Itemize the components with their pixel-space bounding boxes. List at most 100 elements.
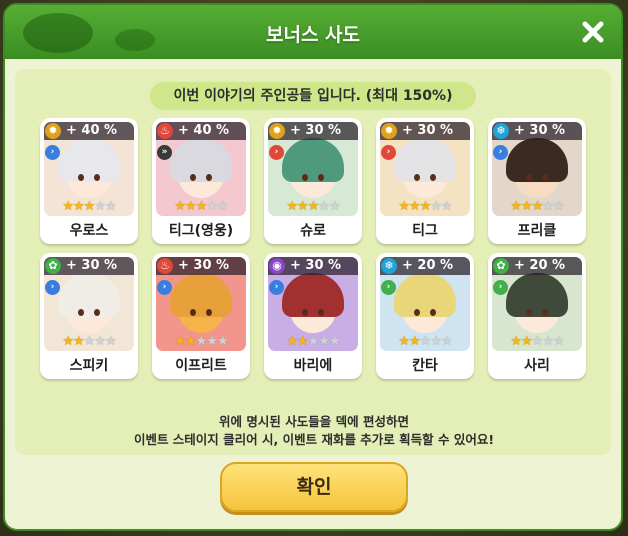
dialog-subtitle: 이번 이야기의 주인공들 입니다. (최대 150%) bbox=[150, 82, 476, 110]
star-icon: ★ bbox=[206, 334, 218, 349]
portrait-hair bbox=[506, 273, 568, 317]
star-icon: ★ bbox=[286, 334, 298, 349]
portrait-eye bbox=[526, 309, 532, 316]
star-icon: ★ bbox=[409, 199, 421, 214]
character-card[interactable]: ◉ + 30 % › ★★★★★ 바리에 bbox=[264, 253, 362, 379]
character-card[interactable]: ✹ + 30 % › ★★★★★ 티그 bbox=[376, 118, 474, 244]
bonus-percent: + 30 % bbox=[514, 123, 566, 138]
bonus-bar: ✹ + 40 % bbox=[44, 122, 134, 140]
star-icon: ★ bbox=[216, 334, 229, 349]
portrait-hair bbox=[170, 138, 232, 182]
character-name: 티그(영웅) bbox=[168, 223, 234, 239]
character-card[interactable]: ✹ + 40 % › ★★★★★ 우로스 bbox=[40, 118, 138, 244]
class-icon: › bbox=[381, 280, 396, 295]
portrait-eye bbox=[206, 174, 212, 181]
star-icon: ★ bbox=[552, 334, 565, 349]
character-name: 바리에 bbox=[293, 358, 333, 374]
earth-element-icon: ✿ bbox=[493, 258, 509, 274]
star-icon: ★ bbox=[62, 199, 74, 214]
character-card[interactable]: ✿ + 20 % › ★★★★★ 사리 bbox=[488, 253, 586, 379]
class-icon: » bbox=[157, 145, 172, 160]
character-name: 칸타 bbox=[412, 358, 438, 374]
portrait-eye bbox=[302, 309, 308, 316]
star-icon: ★ bbox=[398, 334, 410, 349]
portrait-eye bbox=[206, 309, 212, 316]
light-element-icon: ✹ bbox=[269, 123, 285, 139]
star-icon: ★ bbox=[206, 199, 218, 214]
portrait-hair bbox=[282, 273, 344, 317]
star-rating: ★★★★★ bbox=[40, 199, 138, 215]
star-icon: ★ bbox=[318, 199, 330, 214]
character-name: 슈로 bbox=[300, 223, 326, 239]
bonus-percent: + 30 % bbox=[290, 258, 342, 273]
star-icon: ★ bbox=[542, 334, 554, 349]
portrait-hair bbox=[506, 138, 568, 182]
portrait-hair bbox=[170, 273, 232, 317]
class-icon: › bbox=[493, 280, 508, 295]
character-card[interactable]: ✹ + 30 % › ★★★★★ 슈로 bbox=[264, 118, 362, 244]
light-element-icon: ✹ bbox=[45, 123, 61, 139]
earth-element-icon: ✿ bbox=[45, 258, 61, 274]
confirm-button[interactable]: 확인 bbox=[220, 462, 408, 512]
star-icon: ★ bbox=[510, 334, 522, 349]
star-icon: ★ bbox=[104, 199, 117, 214]
info-text-line-1: 위에 명시된 사도들을 덱에 편성하면 bbox=[219, 414, 409, 429]
star-icon: ★ bbox=[307, 334, 320, 349]
star-icon: ★ bbox=[542, 199, 554, 214]
ice-element-icon: ❄ bbox=[381, 258, 397, 274]
star-icon: ★ bbox=[174, 199, 186, 214]
star-icon: ★ bbox=[83, 199, 96, 214]
star-icon: ★ bbox=[307, 199, 320, 214]
star-rating: ★★★★★ bbox=[376, 334, 474, 350]
dark-element-icon: ◉ bbox=[269, 258, 285, 274]
star-icon: ★ bbox=[185, 334, 197, 349]
character-card[interactable]: ❄ + 30 % › ★★★★★ 프리클 bbox=[488, 118, 586, 244]
portrait-eye bbox=[430, 174, 436, 181]
star-icon: ★ bbox=[430, 199, 442, 214]
portrait-eye bbox=[414, 309, 420, 316]
close-button[interactable] bbox=[579, 18, 607, 46]
star-icon: ★ bbox=[531, 334, 544, 349]
portrait-eye bbox=[190, 309, 196, 316]
class-icon: › bbox=[157, 280, 172, 295]
character-card[interactable]: ♨ + 40 % » ★★★★★ 티그(영웅) bbox=[152, 118, 250, 244]
star-icon: ★ bbox=[430, 334, 442, 349]
portrait-eye bbox=[78, 174, 84, 181]
portrait-eye bbox=[318, 309, 324, 316]
class-icon: › bbox=[45, 145, 60, 160]
bonus-bar: ♨ + 40 % bbox=[156, 122, 246, 140]
dialog-title: 보너스 사도 bbox=[265, 24, 360, 46]
star-icon: ★ bbox=[104, 334, 117, 349]
star-icon: ★ bbox=[94, 334, 106, 349]
fire-element-icon: ♨ bbox=[157, 123, 173, 139]
star-icon: ★ bbox=[216, 199, 229, 214]
bonus-percent: + 30 % bbox=[66, 258, 118, 273]
star-icon: ★ bbox=[185, 199, 197, 214]
star-rating: ★★★★★ bbox=[152, 199, 250, 215]
portrait-eye bbox=[190, 174, 196, 181]
character-name: 사리 bbox=[524, 358, 550, 374]
character-card[interactable]: ❄ + 20 % › ★★★★★ 칸타 bbox=[376, 253, 474, 379]
portrait-hair bbox=[58, 273, 120, 317]
bonus-bar: ✿ + 20 % bbox=[492, 257, 582, 275]
star-icon: ★ bbox=[328, 334, 341, 349]
star-icon: ★ bbox=[297, 199, 309, 214]
bonus-percent: + 30 % bbox=[290, 123, 342, 138]
star-icon: ★ bbox=[531, 199, 544, 214]
star-icon: ★ bbox=[297, 334, 309, 349]
star-icon: ★ bbox=[286, 199, 298, 214]
portrait-eye bbox=[94, 309, 100, 316]
portrait-eye bbox=[542, 174, 548, 181]
portrait-eye bbox=[318, 174, 324, 181]
portrait-eye bbox=[302, 174, 308, 181]
character-card[interactable]: ✿ + 30 % › ★★★★★ 스피키 bbox=[40, 253, 138, 379]
star-icon: ★ bbox=[440, 199, 453, 214]
dialog-header: 보너스 사도 bbox=[5, 5, 621, 59]
portrait-hair bbox=[394, 138, 456, 182]
star-icon: ★ bbox=[398, 199, 410, 214]
portrait-hair bbox=[282, 138, 344, 182]
portrait-eye bbox=[430, 309, 436, 316]
bonus-bar: ♨ + 30 % bbox=[156, 257, 246, 275]
character-card[interactable]: ♨ + 30 % › ★★★★★ 이프리트 bbox=[152, 253, 250, 379]
bonus-percent: + 40 % bbox=[178, 123, 230, 138]
